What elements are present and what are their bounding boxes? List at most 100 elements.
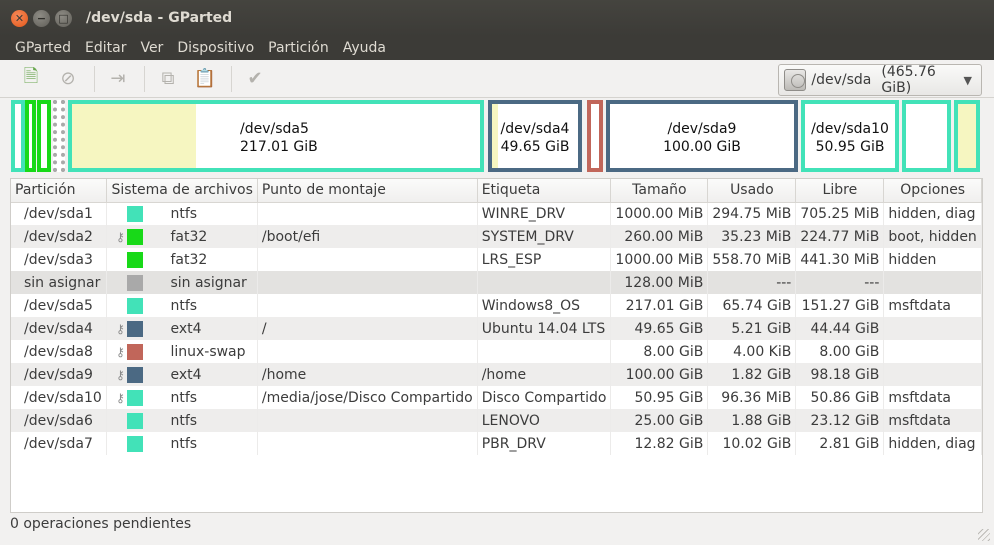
filesystem-color-swatch	[127, 228, 144, 245]
cell-mountpoint	[257, 294, 478, 317]
filesystem-name: ntfs	[170, 412, 198, 429]
column-header-size[interactable]: Tamaño	[610, 179, 709, 203]
new-partition-icon[interactable]: 🗎	[14, 64, 48, 94]
filesystem-color-swatch	[127, 366, 144, 383]
disk-segment-sda3[interactable]	[37, 100, 51, 172]
cell-partition: /dev/sda1	[11, 202, 108, 225]
cell-label: WINRE_DRV	[477, 202, 612, 225]
cell-partition: /dev/sda7	[11, 432, 108, 455]
cell-flags: hidden, diag	[883, 432, 982, 455]
menu-editar[interactable]: Editar	[78, 40, 133, 56]
column-header-flags[interactable]: Opciones	[883, 179, 982, 203]
minimize-button[interactable]: −	[33, 9, 50, 27]
menu-gparted[interactable]: GParted	[8, 40, 78, 56]
toolbar-separator	[94, 65, 95, 92]
table-row[interactable]: /dev/sda7 ntfs PBR_DRV 12.82 GiB 10.02 G…	[11, 432, 982, 455]
segment-name: /dev/sda5	[240, 121, 309, 137]
cell-used: 558.70 MiB	[707, 248, 797, 271]
device-selector[interactable]: /dev/sda (465.76 GiB) ▼	[778, 64, 982, 96]
toolbar: 🗎 ⊘ ⇥ ⧉ 📋 ✔ /dev/sda (465.76 GiB) ▼	[0, 60, 994, 98]
filesystem-name: fat32	[170, 228, 208, 245]
menu-particion[interactable]: Partición	[261, 40, 336, 56]
table-row[interactable]: /dev/sda4 ⚷ ext4 / Ubuntu 14.04 LTS 49.6…	[11, 317, 982, 340]
cell-free: 44.44 GiB	[795, 317, 885, 340]
close-button[interactable]: ✕	[11, 9, 28, 27]
filesystem-name: ntfs	[170, 205, 198, 222]
disk-segment-unallocated[interactable]	[53, 100, 65, 172]
partition-table: Partición Sistema de archivos Punto de m…	[10, 178, 983, 513]
disk-segment-sda9[interactable]: /dev/sda9 100.00 GiB	[606, 100, 798, 172]
maximize-button[interactable]: □	[55, 9, 72, 27]
cell-used: ---	[707, 271, 797, 294]
disk-segment-sda6[interactable]	[902, 100, 951, 172]
cell-partition: sin asignar	[11, 271, 108, 294]
cell-partition: /dev/sda10	[11, 386, 108, 409]
filesystem-name: linux-swap	[170, 343, 246, 360]
cell-flags: msftdata	[883, 409, 982, 432]
disk-segment-sda8[interactable]	[587, 100, 603, 172]
column-header-free[interactable]: Libre	[795, 179, 885, 203]
cell-partition: /dev/sda4	[11, 317, 108, 340]
disk-segment-sda2[interactable]	[25, 100, 36, 172]
column-header-used[interactable]: Usado	[707, 179, 797, 203]
cell-partition: /dev/sda2	[11, 225, 108, 248]
column-header-partition[interactable]: Partición	[11, 179, 108, 203]
cell-free: 8.00 GiB	[795, 340, 885, 363]
menu-ayuda[interactable]: Ayuda	[336, 40, 393, 56]
cell-used: 65.74 GiB	[707, 294, 797, 317]
disk-segment-sda4[interactable]: /dev/sda4 49.65 GiB	[488, 100, 582, 172]
menu-dispositivo[interactable]: Dispositivo	[170, 40, 261, 56]
column-header-filesystem[interactable]: Sistema de archivos	[106, 179, 258, 203]
column-header-label[interactable]: Etiqueta	[477, 179, 612, 203]
segment-size: 217.01 GiB	[240, 139, 318, 155]
disk-segment-sda5[interactable]: /dev/sda5 217.01 GiB	[68, 100, 484, 172]
apply-icon[interactable]: ✔	[238, 64, 272, 94]
table-row[interactable]: /dev/sda9 ⚷ ext4 /home /home 100.00 GiB …	[11, 363, 982, 386]
segment-size: 100.00 GiB	[663, 139, 741, 155]
filesystem-color-swatch	[127, 320, 144, 337]
disk-segment-sda7[interactable]	[954, 100, 980, 172]
table-row[interactable]: /dev/sda10 ⚷ ntfs /media/jose/Disco Comp…	[11, 386, 982, 409]
cell-mountpoint	[257, 432, 478, 455]
cell-flags: msftdata	[883, 294, 982, 317]
delete-icon[interactable]: ⊘	[51, 64, 85, 94]
cell-filesystem: ⚷ ext4	[106, 317, 258, 340]
cell-flags	[883, 340, 982, 363]
filesystem-color-swatch	[127, 297, 144, 314]
cell-flags: msftdata	[883, 386, 982, 409]
disk-segment-sda1[interactable]	[11, 100, 25, 172]
table-row[interactable]: /dev/sda6 ntfs LENOVO 25.00 GiB 1.88 GiB…	[11, 409, 982, 432]
cell-filesystem: ⚷ fat32	[106, 225, 258, 248]
cell-filesystem: ntfs	[106, 409, 258, 432]
copy-icon[interactable]: ⧉	[151, 64, 185, 94]
cell-size: 12.82 GiB	[610, 432, 709, 455]
table-row[interactable]: /dev/sda3 fat32 LRS_ESP 1000.00 MiB 558.…	[11, 248, 982, 271]
column-header-mountpoint[interactable]: Punto de montaje	[257, 179, 478, 203]
cell-free: 151.27 GiB	[795, 294, 885, 317]
resize-grip-icon[interactable]	[978, 529, 990, 541]
cell-used: 1.82 GiB	[707, 363, 797, 386]
cell-flags: boot, hidden	[883, 225, 982, 248]
resize-move-icon[interactable]: ⇥	[101, 64, 135, 94]
toolbar-separator	[231, 65, 232, 92]
table-row[interactable]: /dev/sda2 ⚷ fat32 /boot/efi SYSTEM_DRV 2…	[11, 225, 982, 248]
table-row[interactable]: sin asignar sin asignar 128.00 MiB --- -…	[11, 271, 982, 294]
cell-free: ---	[795, 271, 885, 294]
menu-ver[interactable]: Ver	[133, 40, 170, 56]
paste-icon[interactable]: 📋	[188, 64, 222, 94]
table-row[interactable]: /dev/sda1 ntfs WINRE_DRV 1000.00 MiB 294…	[11, 202, 982, 225]
cell-partition: /dev/sda9	[11, 363, 108, 386]
table-row[interactable]: /dev/sda5 ntfs Windows8_OS 217.01 GiB 65…	[11, 294, 982, 317]
cell-mountpoint	[257, 340, 478, 363]
disk-segment-sda10[interactable]: /dev/sda10 50.95 GiB	[801, 100, 899, 172]
cell-mountpoint: /home	[257, 363, 478, 386]
filesystem-color-swatch	[127, 274, 144, 291]
cell-filesystem: ntfs	[106, 294, 258, 317]
cell-free: 441.30 MiB	[795, 248, 885, 271]
filesystem-color-swatch	[127, 251, 144, 268]
cell-size: 8.00 GiB	[610, 340, 709, 363]
cell-size: 1000.00 MiB	[610, 202, 709, 225]
filesystem-color-swatch	[127, 412, 144, 429]
table-row[interactable]: /dev/sda8 ⚷ linux-swap 8.00 GiB 4.00 KiB…	[11, 340, 982, 363]
cell-label: Ubuntu 14.04 LTS	[477, 317, 612, 340]
